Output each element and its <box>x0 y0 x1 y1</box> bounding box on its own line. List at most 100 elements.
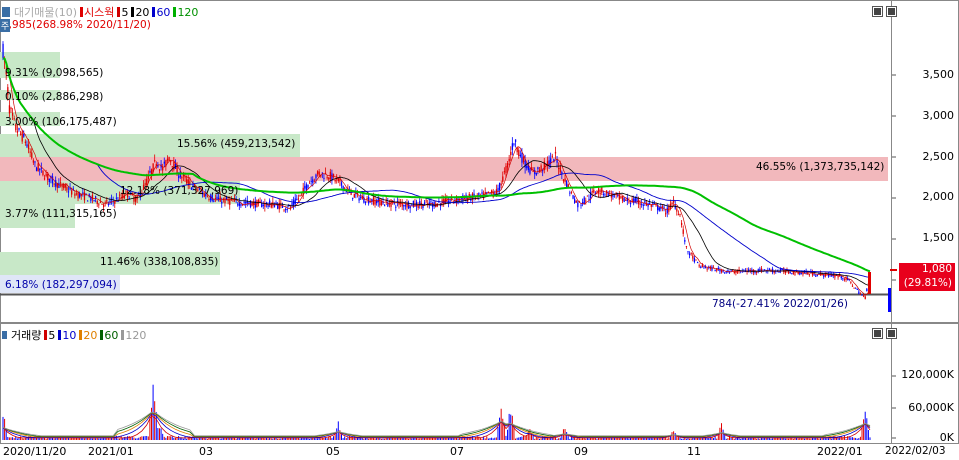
volume-bar <box>567 436 569 440</box>
candle-body <box>837 276 839 278</box>
volume-bar <box>95 438 97 440</box>
candle-body <box>360 196 362 198</box>
volume-bar <box>827 438 829 440</box>
candle-body <box>176 165 178 174</box>
candle-body <box>47 173 49 180</box>
volume-bar <box>420 438 422 440</box>
candle-body <box>286 209 288 211</box>
volume-bar <box>588 438 590 440</box>
candle-body <box>328 177 330 180</box>
stock-name[interactable]: 시스웍 <box>84 4 114 20</box>
volume-bar <box>724 434 726 440</box>
volume-panel-icon[interactable] <box>2 331 8 339</box>
candle-body <box>409 206 411 209</box>
volume-bar <box>679 437 681 440</box>
vma120-legend[interactable]: 120 <box>121 329 146 342</box>
candle-body <box>42 170 44 176</box>
candle-body <box>29 151 31 153</box>
volume-bar <box>117 438 119 440</box>
candle-body <box>310 180 312 182</box>
candle-body <box>633 198 635 204</box>
volume-bar <box>668 437 670 440</box>
candle-body <box>789 272 791 274</box>
volume-title[interactable]: 거래량 <box>11 327 41 343</box>
vma60-legend[interactable]: 60 <box>100 329 118 342</box>
panel-icon[interactable] <box>2 7 11 17</box>
candle-body <box>641 203 643 205</box>
volume-ma-line <box>2 412 871 437</box>
ma60-legend[interactable]: 60 <box>152 6 170 19</box>
candle-body <box>529 168 531 174</box>
volume-close-icon[interactable] <box>886 328 897 339</box>
candle-body <box>518 149 520 157</box>
volume-bar <box>21 438 23 440</box>
volume-bar <box>690 438 692 440</box>
candle-body <box>556 159 558 163</box>
candle-body <box>850 281 852 283</box>
candle-body <box>307 184 309 188</box>
candle-body <box>779 268 782 271</box>
candle-body <box>498 183 501 191</box>
stock-chart[interactable] <box>0 0 959 460</box>
candle-body <box>673 200 675 203</box>
candle-body <box>352 197 354 199</box>
volume-bar <box>408 438 410 440</box>
volume-bar <box>173 437 175 440</box>
candle-body <box>561 172 563 174</box>
candle-body <box>609 191 611 193</box>
candle-body <box>602 193 605 195</box>
candle-body <box>706 268 708 270</box>
candle-body <box>102 204 105 208</box>
price-tick: 1,500 <box>922 231 955 244</box>
candle-body <box>75 193 78 195</box>
maximize-icon[interactable] <box>872 6 883 17</box>
volume-bar <box>411 438 413 440</box>
volume-bar <box>174 437 176 440</box>
candle-body <box>591 191 593 193</box>
volume-bar <box>337 421 339 440</box>
volume-bar <box>511 415 513 440</box>
vma5-legend[interactable]: 5 <box>44 329 55 342</box>
volume-bar <box>674 433 676 440</box>
ma120-legend[interactable]: 120 <box>173 6 198 19</box>
candle-body <box>566 181 568 188</box>
volume-bar <box>518 437 520 440</box>
candle-body <box>816 275 819 277</box>
volume-bar <box>10 437 12 440</box>
ma5-legend[interactable]: 5 <box>117 6 128 19</box>
candle-body <box>10 107 12 110</box>
volume-maximize-icon[interactable] <box>872 328 883 339</box>
volume-bar <box>569 438 571 440</box>
candle-body <box>229 199 231 205</box>
candle-body <box>671 202 673 205</box>
volume-bar <box>363 438 365 440</box>
candle-body <box>864 296 866 299</box>
candle-body <box>96 200 98 205</box>
zone-label: 15.56% (459,213,542) <box>177 138 296 150</box>
candle-body <box>425 200 427 202</box>
volume-bar <box>733 438 735 440</box>
candle-body <box>505 165 507 174</box>
vma20-legend[interactable]: 20 <box>79 329 97 342</box>
candle-body <box>503 171 506 173</box>
candle-body <box>24 141 27 143</box>
candle-body <box>684 239 686 242</box>
candle-body <box>637 199 640 205</box>
ma20-legend[interactable]: 20 <box>131 6 149 19</box>
candle-body <box>514 139 517 142</box>
volume-bar <box>45 438 47 440</box>
vma10-legend[interactable]: 10 <box>58 329 76 342</box>
candle-body <box>297 198 300 200</box>
volume-bar <box>746 438 748 440</box>
volume-bar <box>382 438 384 440</box>
volume-bar <box>652 438 654 440</box>
volume-bar <box>136 438 138 440</box>
volume-bar <box>144 436 146 440</box>
candle-body <box>690 252 692 254</box>
candle-body <box>687 251 689 253</box>
supply-legend[interactable]: 대기매물(10) <box>14 4 77 20</box>
close-icon[interactable] <box>886 6 897 17</box>
candle-body <box>217 197 220 199</box>
candle-body <box>115 197 118 199</box>
candle-body <box>855 287 857 289</box>
